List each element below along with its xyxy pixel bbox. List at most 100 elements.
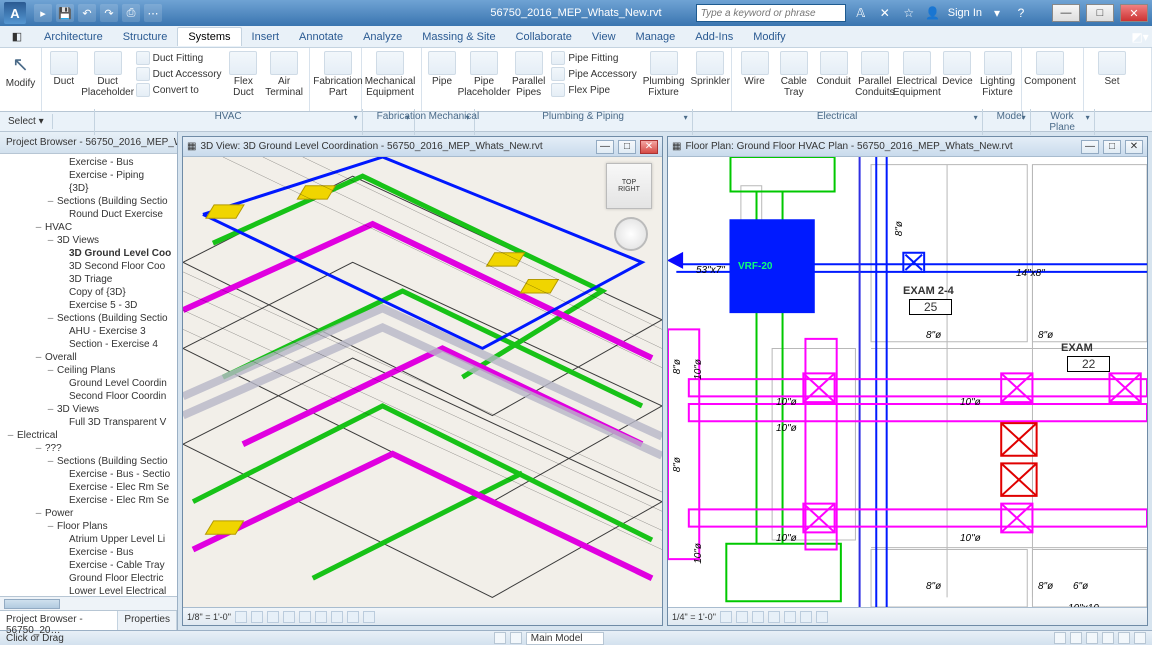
tree-item[interactable]: Ground Level Coordin: [2, 377, 175, 390]
minimize-button[interactable]: —: [1052, 4, 1080, 22]
foot-icon[interactable]: [736, 611, 748, 623]
device-button[interactable]: Device: [939, 50, 976, 88]
view-plan-titlebar[interactable]: ▦ Floor Plan: Ground Floor HVAC Plan - 5…: [668, 137, 1147, 157]
light-button[interactable]: Lighting Fixture: [978, 50, 1017, 99]
tab-add-ins[interactable]: Add-Ins: [685, 28, 743, 46]
foot-icon[interactable]: [299, 611, 311, 623]
qat-print-icon[interactable]: ⎙: [122, 4, 140, 22]
view-scale[interactable]: 1/8" = 1'-0": [187, 612, 231, 622]
foot-icon[interactable]: [800, 611, 812, 623]
tab-architecture[interactable]: Architecture: [34, 28, 113, 46]
tree-item[interactable]: Exercise - Elec Rm Se: [2, 494, 175, 507]
modify-button[interactable]: ↖ Modify: [4, 50, 37, 89]
subscription-icon[interactable]: 𝔸: [852, 4, 870, 22]
tree-item[interactable]: –Electrical: [2, 429, 175, 442]
qat-more-icon[interactable]: ⋯: [144, 4, 162, 22]
panel-title-mechanical[interactable]: Mechanical▾: [415, 109, 475, 135]
tree-item[interactable]: Round Duct Exercise: [2, 208, 175, 221]
foot-icon[interactable]: [347, 611, 359, 623]
tree-item[interactable]: Exercise - Bus: [2, 546, 175, 559]
convert-to-button[interactable]: Convert to: [134, 82, 224, 98]
tree-item[interactable]: –Sections (Building Sectio: [2, 312, 175, 325]
foot-icon[interactable]: [283, 611, 295, 623]
nav-wheel[interactable]: [614, 217, 648, 251]
status-icon[interactable]: [494, 632, 506, 644]
tree-item[interactable]: –Sections (Building Sectio: [2, 195, 175, 208]
panel-title-fabrication[interactable]: Fabrication▾: [363, 109, 415, 135]
tab-project-browser[interactable]: Project Browser - 56750_20…: [0, 611, 118, 630]
tree-item[interactable]: Exercise - Piping: [2, 169, 175, 182]
view-maximize-button[interactable]: □: [1103, 140, 1121, 154]
foot-icon[interactable]: [816, 611, 828, 623]
qat-open-icon[interactable]: ▸: [34, 4, 52, 22]
pipe-placeholder-button[interactable]: Pipe Placeholder: [460, 50, 508, 99]
horizontal-scrollbar[interactable]: [0, 596, 177, 610]
par-cond-button[interactable]: Parallel Conduits: [855, 50, 895, 99]
select-dropdown[interactable]: Select ▾: [0, 114, 53, 129]
close-button[interactable]: ✕: [1120, 4, 1148, 22]
duct-fitting-button[interactable]: Duct Fitting: [134, 50, 224, 66]
pipe-button[interactable]: Pipe: [426, 50, 458, 88]
status-icon[interactable]: [1054, 632, 1066, 644]
status-icon[interactable]: [1118, 632, 1130, 644]
tree-item[interactable]: 3D Ground Level Coo: [2, 247, 175, 260]
status-icon[interactable]: [1134, 632, 1146, 644]
tree-item[interactable]: –Sections (Building Sectio: [2, 455, 175, 468]
qat-redo-icon[interactable]: ↷: [100, 4, 118, 22]
tree-item[interactable]: Exercise - Bus: [2, 156, 175, 169]
exchange-icon[interactable]: ✕: [876, 4, 894, 22]
tree-item[interactable]: –Power: [2, 507, 175, 520]
tab-analyze[interactable]: Analyze: [353, 28, 412, 46]
parallel-pipes-button[interactable]: Parallel Pipes: [510, 50, 547, 99]
status-icon[interactable]: [1086, 632, 1098, 644]
tree-item[interactable]: Full 3D Transparent V: [2, 416, 175, 429]
tree-item[interactable]: –HVAC: [2, 221, 175, 234]
tree-item[interactable]: Ground Floor Electric: [2, 572, 175, 585]
tab-annotate[interactable]: Annotate: [289, 28, 353, 46]
tree-item[interactable]: –???: [2, 442, 175, 455]
tab-insert[interactable]: Insert: [242, 28, 290, 46]
foot-icon[interactable]: [251, 611, 263, 623]
tree-item[interactable]: 3D Triage: [2, 273, 175, 286]
tree-item[interactable]: –Floor Plans: [2, 520, 175, 533]
elec-eq-button[interactable]: Electrical Equipment: [897, 50, 937, 99]
tree-item[interactable]: Exercise - Bus - Sectio: [2, 468, 175, 481]
help-icon[interactable]: ?: [1012, 4, 1030, 22]
tree-item[interactable]: Lower Level Electrical: [2, 585, 175, 596]
tab-view[interactable]: View: [582, 28, 626, 46]
user-icon[interactable]: 👤: [924, 4, 942, 22]
workset-combo[interactable]: Main Model: [526, 632, 604, 645]
tab-systems[interactable]: Systems: [177, 27, 241, 46]
pipe-fitting-button[interactable]: Pipe Fitting: [549, 50, 638, 66]
tree-item[interactable]: Atrium Upper Level Li: [2, 533, 175, 546]
plumbing-fixture-button[interactable]: Plumbing Fixture: [641, 50, 687, 99]
panel-title-work-plane[interactable]: Work Plane▾: [1031, 109, 1095, 135]
ribbon-collapse-icon[interactable]: ◩▾: [1134, 28, 1152, 46]
conduit-button[interactable]: Conduit: [814, 50, 852, 88]
tree-item[interactable]: Exercise - Elec Rm Se: [2, 481, 175, 494]
component-button[interactable]: Component: [1026, 50, 1074, 88]
tree-item[interactable]: –Ceiling Plans: [2, 364, 175, 377]
tree-item[interactable]: Section - Exercise 4: [2, 338, 175, 351]
app-menu-icon[interactable]: ◧: [0, 30, 34, 43]
tab-collaborate[interactable]: Collaborate: [506, 28, 582, 46]
panel-title-electrical[interactable]: Electrical▾: [693, 109, 983, 135]
scrollbar-thumb[interactable]: [4, 599, 60, 609]
foot-icon[interactable]: [784, 611, 796, 623]
set-workplane-button[interactable]: Set: [1088, 50, 1136, 88]
maximize-button[interactable]: □: [1086, 4, 1114, 22]
pipe-accessory-button[interactable]: Pipe Accessory: [549, 66, 638, 82]
view-3d-titlebar[interactable]: ▦ 3D View: 3D Ground Level Coordination …: [183, 137, 662, 157]
tab-manage[interactable]: Manage: [626, 28, 686, 46]
app-logo[interactable]: A: [4, 2, 26, 24]
view-minimize-button[interactable]: —: [596, 140, 614, 154]
foot-icon[interactable]: [363, 611, 375, 623]
view-minimize-button[interactable]: —: [1081, 140, 1099, 154]
tree-item[interactable]: Copy of {3D}: [2, 286, 175, 299]
tree-item[interactable]: {3D}: [2, 182, 175, 195]
tree-item[interactable]: Exercise - Cable Tray: [2, 559, 175, 572]
tree-item[interactable]: 3D Second Floor Coo: [2, 260, 175, 273]
favorite-icon[interactable]: ☆: [900, 4, 918, 22]
qat-save-icon[interactable]: 💾: [56, 4, 74, 22]
tree-item[interactable]: AHU - Exercise 3: [2, 325, 175, 338]
